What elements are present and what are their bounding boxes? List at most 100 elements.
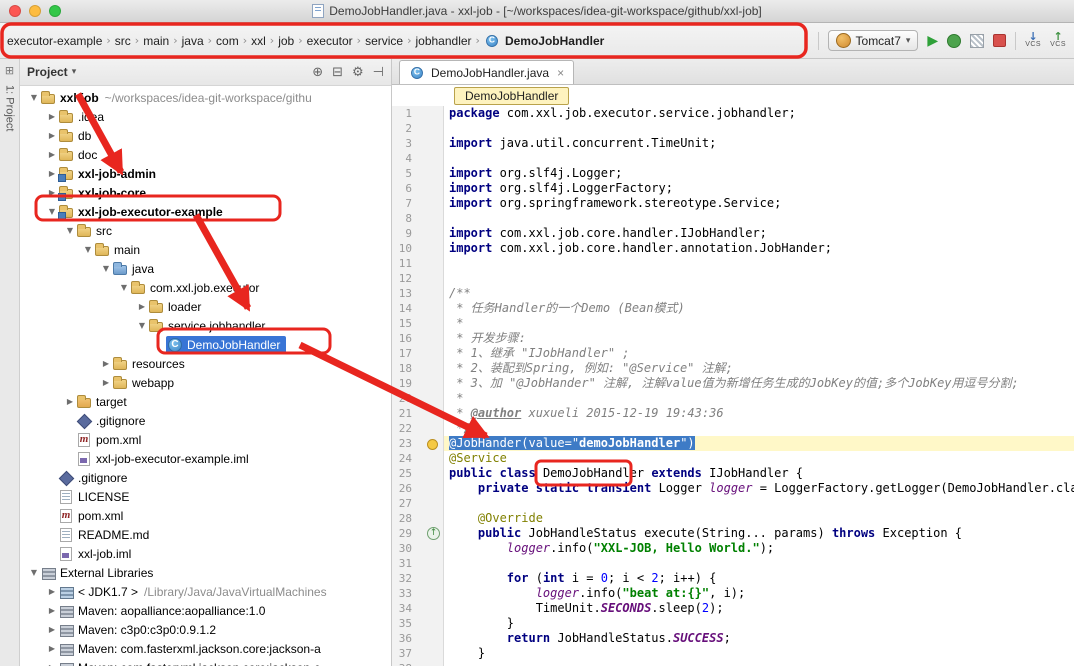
tree-row[interactable]: README.md — [20, 525, 391, 544]
expand-open-icon[interactable]: ▼ — [64, 226, 76, 235]
line-number[interactable]: 4 — [392, 151, 414, 166]
tree-row[interactable]: ▼src — [20, 221, 391, 240]
line-number[interactable]: 3 — [392, 136, 414, 151]
line-number[interactable]: 29 — [392, 526, 414, 541]
code-line[interactable]: 26 private static transient Logger logge… — [392, 481, 1074, 496]
vcs-commit-button[interactable]: ↑ VCS — [1050, 33, 1066, 49]
editor-tab[interactable]: DemoJobHandler.java × — [399, 60, 574, 84]
line-number[interactable]: 33 — [392, 586, 414, 601]
breadcrumb-item[interactable]: main — [140, 32, 172, 50]
override-icon[interactable]: ↑ — [427, 527, 440, 540]
tree-row[interactable]: ▶Maven: com.fasterxml.jackson.core:jacks… — [20, 639, 391, 658]
code-line[interactable]: 4 — [392, 151, 1074, 166]
expand-open-icon[interactable]: ▼ — [100, 264, 112, 273]
project-tool-window-icon[interactable]: ⊞ — [5, 64, 14, 77]
expand-open-icon[interactable]: ▼ — [28, 93, 40, 102]
expand-closed-icon[interactable]: ▶ — [46, 188, 58, 197]
line-number[interactable]: 8 — [392, 211, 414, 226]
expand-closed-icon[interactable]: ▶ — [46, 169, 58, 178]
tree-row[interactable]: ▼xxl-job-executor-example — [20, 202, 391, 221]
expand-closed-icon[interactable]: ▶ — [46, 112, 58, 121]
code-line[interactable]: 34 TimeUnit.SECONDS.sleep(2); — [392, 601, 1074, 616]
debug-button[interactable] — [947, 34, 961, 48]
code-line[interactable]: 21 * @author xuxueli 2015-12-19 19:43:36 — [392, 406, 1074, 421]
tree-row[interactable]: ▼service.jobhandler — [20, 316, 391, 335]
tree-row[interactable]: ▶xxl-job-admin — [20, 164, 391, 183]
stop-button[interactable] — [993, 34, 1006, 47]
line-number[interactable]: 21 — [392, 406, 414, 421]
expand-closed-icon[interactable]: ▶ — [46, 644, 58, 653]
line-number[interactable]: 6 — [392, 181, 414, 196]
expand-closed-icon[interactable]: ▶ — [46, 587, 58, 596]
code-line[interactable]: 28 @Override — [392, 511, 1074, 526]
breadcrumb-item-class[interactable]: DemoJobHandler — [481, 31, 607, 51]
line-number[interactable]: 34 — [392, 601, 414, 616]
tree-row[interactable]: pom.xml — [20, 430, 391, 449]
line-number[interactable]: 25 — [392, 466, 414, 481]
code-line[interactable]: 5import org.slf4j.Logger; — [392, 166, 1074, 181]
chevron-down-icon[interactable]: ▾ — [72, 67, 77, 77]
line-number[interactable]: 37 — [392, 646, 414, 661]
code-line[interactable]: 32 for (int i = 0; i < 2; i++) { — [392, 571, 1074, 586]
tree-row[interactable]: ▶target — [20, 392, 391, 411]
tree-row[interactable]: ▶xxl-job-core — [20, 183, 391, 202]
code-line[interactable]: 29↑ public JobHandleStatus execute(Strin… — [392, 526, 1074, 541]
code-line[interactable]: 38 — [392, 661, 1074, 666]
code-line[interactable]: 6import org.slf4j.LoggerFactory; — [392, 181, 1074, 196]
run-with-coverage-button[interactable] — [970, 34, 984, 48]
tree-row[interactable]: ▶doc — [20, 145, 391, 164]
project-tool-window-button[interactable]: 1: Project — [4, 85, 16, 131]
code-line[interactable]: 10import com.xxl.job.core.handler.annota… — [392, 241, 1074, 256]
line-number[interactable]: 32 — [392, 571, 414, 586]
line-number[interactable]: 27 — [392, 496, 414, 511]
tree-row[interactable]: LICENSE — [20, 487, 391, 506]
tree-row[interactable]: ▶< JDK1.7 >/Library/Java/JavaVirtualMach… — [20, 582, 391, 601]
breadcrumb-item[interactable]: executor-example — [4, 32, 105, 50]
breadcrumb-item[interactable]: executor — [304, 32, 356, 50]
line-number[interactable]: 16 — [392, 331, 414, 346]
tree-row[interactable]: ▶Maven: c3p0:c3p0:0.9.1.2 — [20, 620, 391, 639]
line-number[interactable]: 5 — [392, 166, 414, 181]
code-line[interactable]: 31 — [392, 556, 1074, 571]
tree-row[interactable]: ▶loader — [20, 297, 391, 316]
line-number[interactable]: 36 — [392, 631, 414, 646]
line-number[interactable]: 7 — [392, 196, 414, 211]
code-line[interactable]: 19 * 3、加 "@JobHander" 注解, 注解value值为新增任务生… — [392, 376, 1074, 391]
hide-panel-icon[interactable]: ⊣ — [373, 65, 384, 80]
line-number[interactable]: 13 — [392, 286, 414, 301]
breadcrumb-item[interactable]: com — [213, 32, 242, 50]
expand-closed-icon[interactable]: ▶ — [100, 378, 112, 387]
tree-row[interactable]: pom.xml — [20, 506, 391, 525]
code-line[interactable]: 16 * 开发步骤: — [392, 331, 1074, 346]
line-number[interactable]: 22 — [392, 421, 414, 436]
line-number[interactable]: 23 — [392, 436, 414, 451]
tree-row[interactable]: ▶Maven: aopalliance:aopalliance:1.0 — [20, 601, 391, 620]
code-line[interactable]: 13/** — [392, 286, 1074, 301]
code-line[interactable]: 9import com.xxl.job.core.handler.IJobHan… — [392, 226, 1074, 241]
line-number[interactable]: 9 — [392, 226, 414, 241]
code-line[interactable]: 35 } — [392, 616, 1074, 631]
expand-open-icon[interactable]: ▼ — [118, 283, 130, 292]
line-number[interactable]: 12 — [392, 271, 414, 286]
code-line[interactable]: 25public class DemoJobHandler extends IJ… — [392, 466, 1074, 481]
locate-icon[interactable]: ⊕ — [312, 65, 323, 80]
zoom-window-button[interactable] — [49, 5, 61, 17]
expand-closed-icon[interactable]: ▶ — [64, 397, 76, 406]
expand-closed-icon[interactable]: ▶ — [46, 150, 58, 159]
expand-open-icon[interactable]: ▼ — [82, 245, 94, 254]
tree-row[interactable]: ▼com.xxl.job.executor — [20, 278, 391, 297]
tree-row[interactable]: ▼External Libraries — [20, 563, 391, 582]
breadcrumb-item[interactable]: src — [112, 32, 134, 50]
code-line[interactable]: 11 — [392, 256, 1074, 271]
tree-row[interactable]: xxl-job-executor-example.iml — [20, 449, 391, 468]
line-number[interactable]: 10 — [392, 241, 414, 256]
settings-gear-icon[interactable]: ⚙ — [352, 65, 364, 80]
tree-row[interactable]: ▼main — [20, 240, 391, 259]
line-number[interactable]: 19 — [392, 376, 414, 391]
class-breadcrumb-chip[interactable]: DemoJobHandler — [454, 87, 569, 105]
tree-row[interactable]: ▶.idea — [20, 107, 391, 126]
close-window-button[interactable] — [9, 5, 21, 17]
expand-closed-icon[interactable]: ▶ — [46, 625, 58, 634]
code-line[interactable]: 18 * 2、装配到Spring, 例如: "@Service" 注解; — [392, 361, 1074, 376]
line-number[interactable]: 30 — [392, 541, 414, 556]
